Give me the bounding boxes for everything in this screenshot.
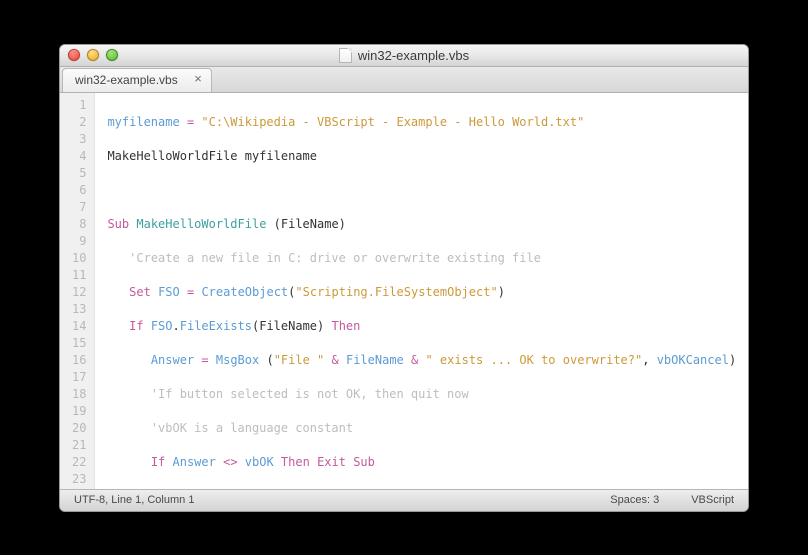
line-number: 20 [72, 420, 86, 437]
tab-bar: win32-example.vbs × [60, 67, 748, 93]
status-bar: UTF-8, Line 1, Column 1 Spaces: 3 VBScri… [60, 489, 748, 511]
line-number: 22 [72, 454, 86, 471]
close-icon[interactable] [68, 49, 80, 61]
traffic-lights [60, 49, 118, 61]
line-number: 19 [72, 403, 86, 420]
line-number: 16 [72, 352, 86, 369]
line-number: 3 [72, 131, 86, 148]
window-title: win32-example.vbs [60, 48, 748, 63]
close-tab-icon[interactable]: × [191, 73, 205, 87]
status-encoding-position[interactable]: UTF-8, Line 1, Column 1 [74, 494, 194, 506]
status-indent[interactable]: Spaces: 3 [610, 494, 659, 506]
window-title-text: win32-example.vbs [358, 48, 469, 63]
minimize-icon[interactable] [87, 49, 99, 61]
line-number: 13 [72, 301, 86, 318]
tab-label: win32-example.vbs [75, 73, 178, 87]
line-number: 1 [72, 97, 86, 114]
line-number: 10 [72, 250, 86, 267]
code-content[interactable]: myfilename = "C:\Wikipedia - VBScript - … [95, 93, 748, 489]
line-number: 18 [72, 386, 86, 403]
line-number: 7 [72, 199, 86, 216]
line-number: 21 [72, 437, 86, 454]
line-number: 15 [72, 335, 86, 352]
line-number: 8 [72, 216, 86, 233]
line-number: 14 [72, 318, 86, 335]
line-number: 17 [72, 369, 86, 386]
document-icon [339, 48, 352, 63]
line-number: 11 [72, 267, 86, 284]
status-language[interactable]: VBScript [691, 494, 734, 506]
tab-file[interactable]: win32-example.vbs × [62, 68, 212, 92]
line-number: 12 [72, 284, 86, 301]
line-number: 5 [72, 165, 86, 182]
line-number: 23 [72, 471, 86, 488]
line-number-gutter: 1234567891011121314151617181920212223 [60, 93, 95, 489]
line-number: 2 [72, 114, 86, 131]
line-number: 4 [72, 148, 86, 165]
editor-area: 1234567891011121314151617181920212223 my… [60, 93, 748, 489]
zoom-icon[interactable] [106, 49, 118, 61]
titlebar[interactable]: win32-example.vbs [60, 45, 748, 67]
line-number: 9 [72, 233, 86, 250]
editor-window: win32-example.vbs win32-example.vbs × 12… [59, 44, 749, 512]
line-number: 6 [72, 182, 86, 199]
